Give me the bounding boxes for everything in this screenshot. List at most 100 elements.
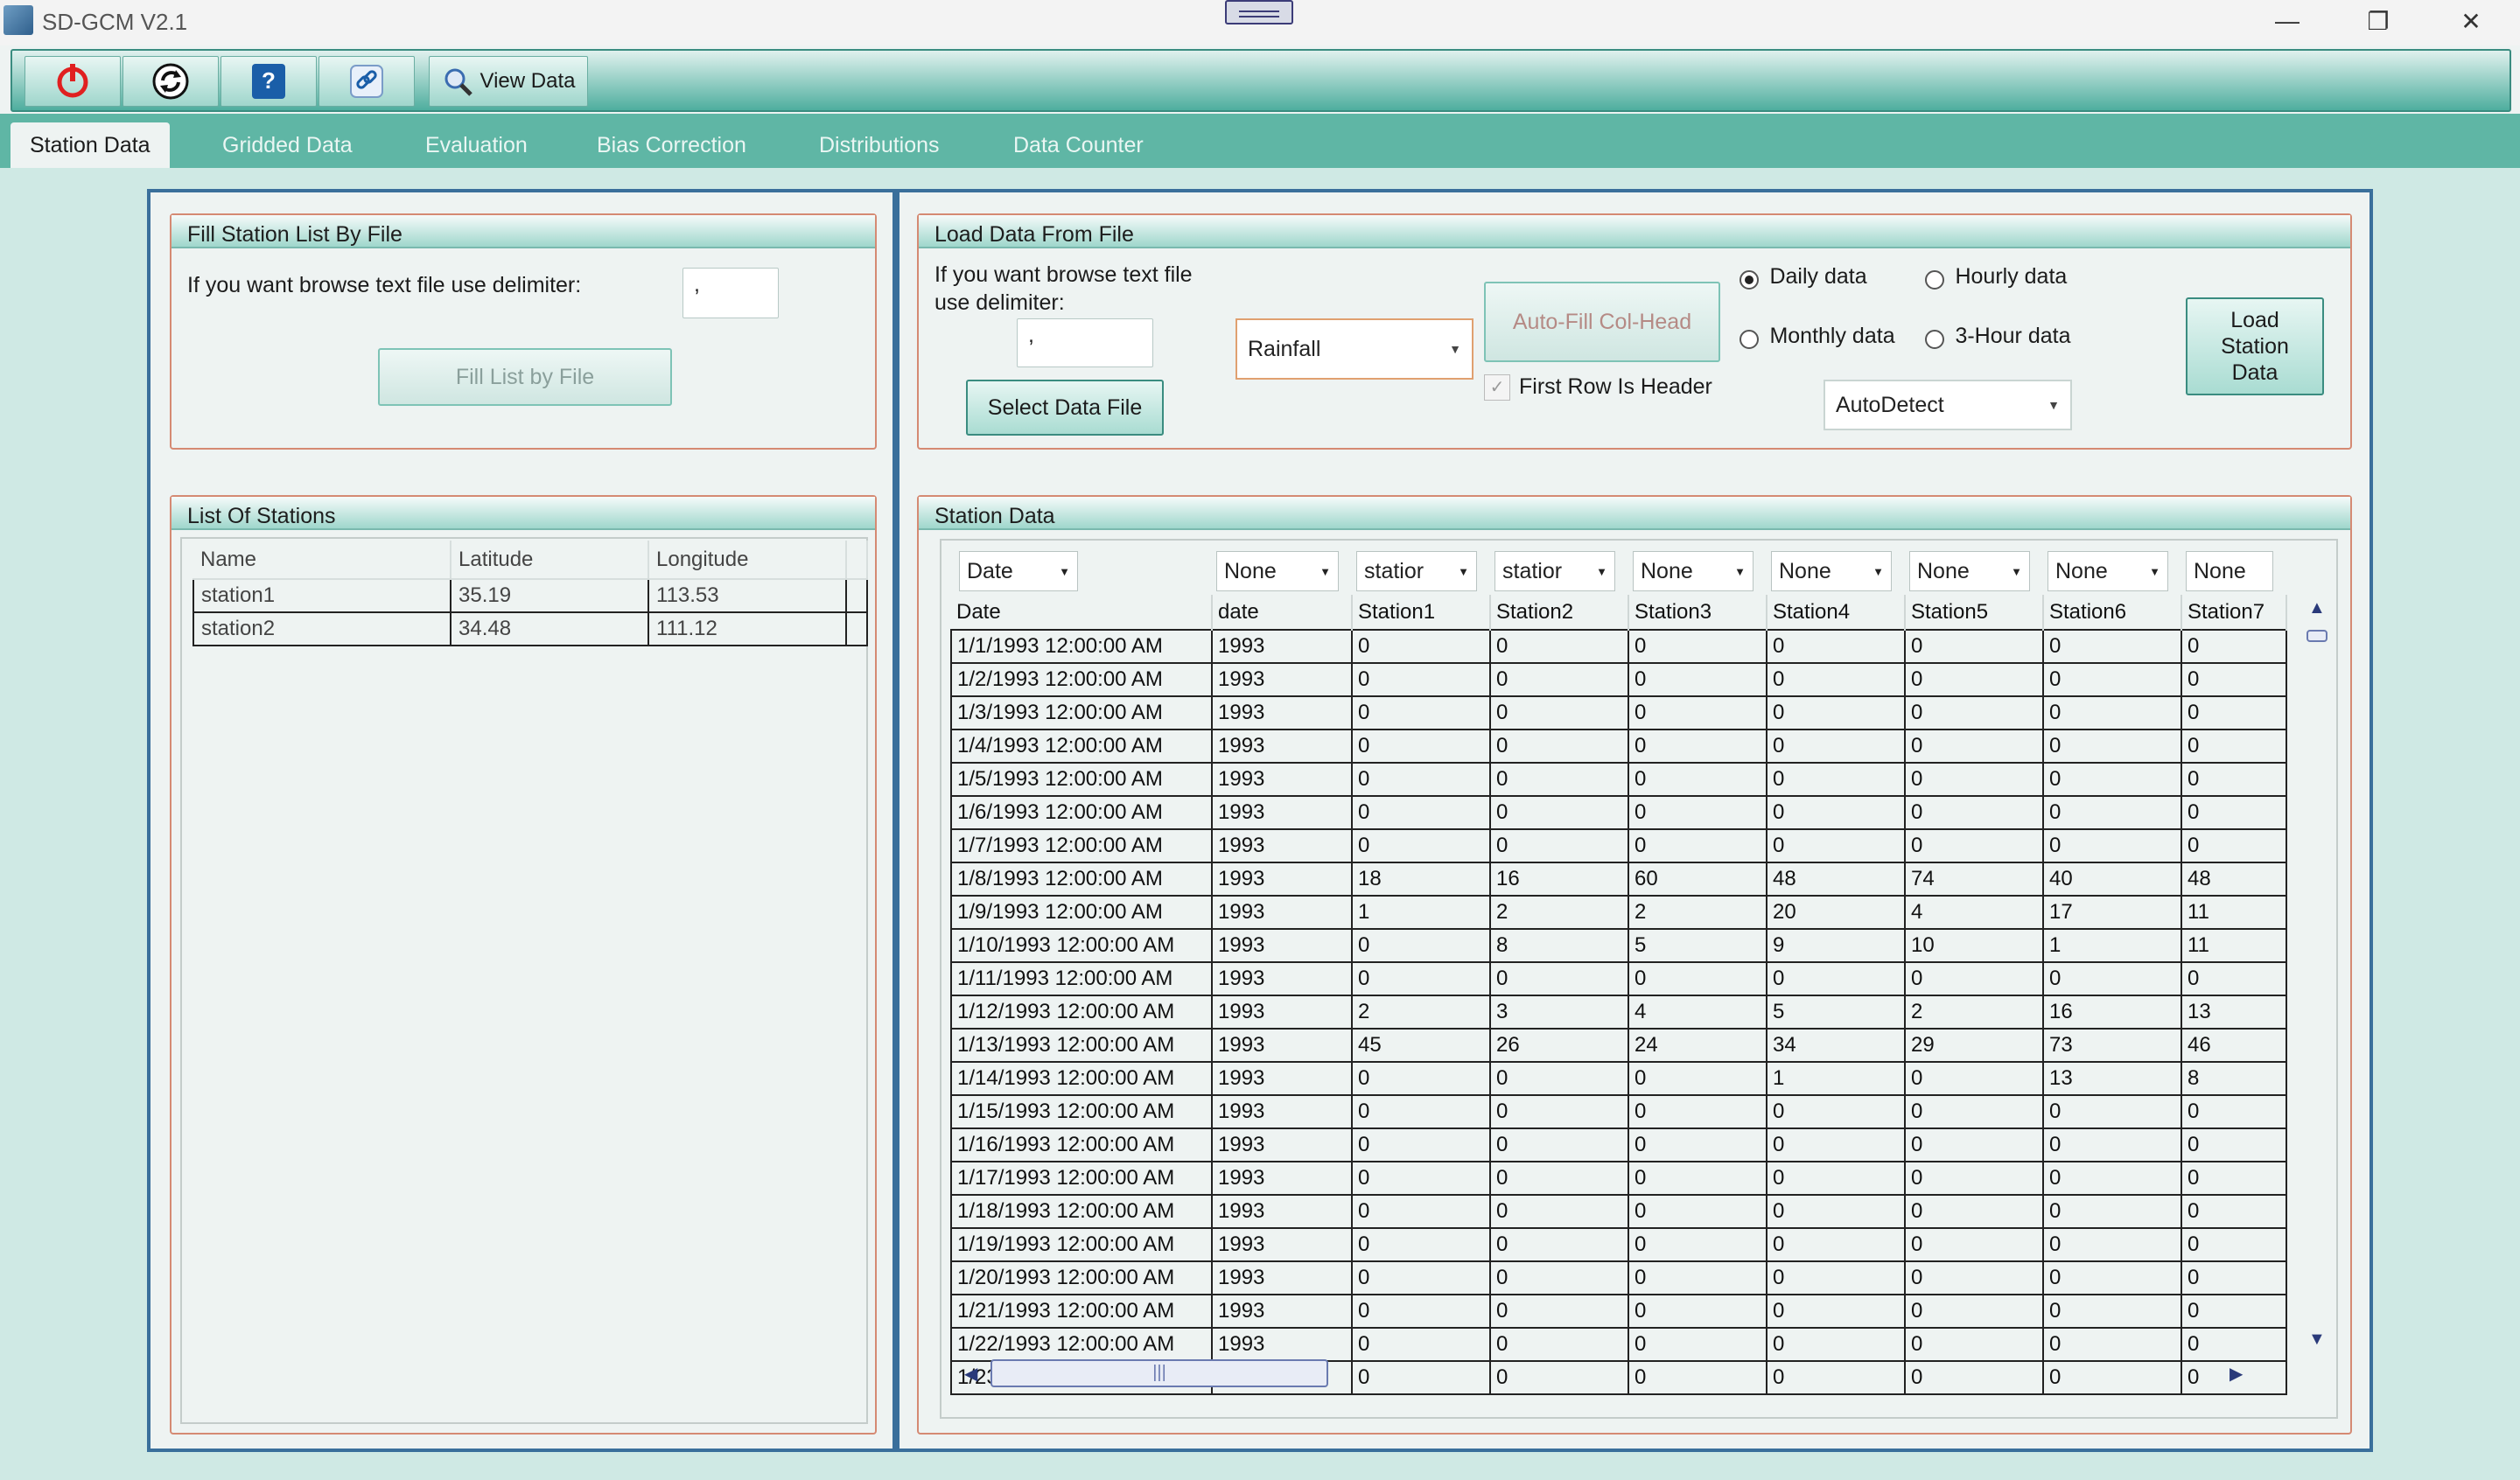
data-cell[interactable]: 0 xyxy=(1489,695,1629,730)
data-cell[interactable]: 0 xyxy=(1904,1127,2044,1162)
table-row[interactable]: station1 35.19 113.53 xyxy=(192,578,868,613)
column-type-select[interactable]: None ▼ xyxy=(1633,551,1754,591)
data-cell[interactable]: 0 xyxy=(1489,1061,1629,1096)
table-row[interactable]: 1/9/1993 12:00:00 AM 1993 1 2 2 20 4 17 11 xyxy=(950,895,2287,930)
data-cell[interactable]: 0 xyxy=(1904,629,2044,664)
data-cell[interactable]: 1/21/1993 12:00:00 AM xyxy=(950,1294,1213,1329)
data-cell[interactable]: 0 xyxy=(1904,1094,2044,1129)
data-cell[interactable]: 0 xyxy=(1489,729,1629,764)
radio-hourly-dot[interactable] xyxy=(1925,269,1944,290)
data-cell[interactable]: 0 xyxy=(1766,1161,1906,1196)
column-type-select[interactable]: statior ▼ xyxy=(1356,551,1477,591)
data-cell[interactable]: 0 xyxy=(1904,1260,2044,1295)
data-cell[interactable]: 0 xyxy=(1351,1094,1491,1129)
table-row[interactable]: 1/19/1993 12:00:00 AM 1993 0 0 0 0 0 0 0 xyxy=(950,1227,2287,1262)
table-row[interactable]: 1/2/1993 12:00:00 AM 1993 0 0 0 0 0 0 0 xyxy=(950,662,2287,697)
data-cell[interactable]: 0 xyxy=(1628,662,1768,697)
data-cell[interactable]: 1 xyxy=(1351,895,1491,930)
data-cell[interactable]: 0 xyxy=(2180,629,2287,664)
vertical-scrollbar[interactable]: ▲ ▼ xyxy=(2303,593,2331,1354)
column-header[interactable]: date xyxy=(1212,595,1353,630)
data-cell[interactable]: 0 xyxy=(1489,629,1629,664)
data-cell[interactable]: 8 xyxy=(2180,1061,2287,1096)
column-type-select[interactable]: statior ▼ xyxy=(1494,551,1615,591)
data-cell[interactable]: 1993 xyxy=(1211,662,1353,697)
data-cell[interactable]: 0 xyxy=(1351,928,1491,963)
radio-3hour[interactable]: 3-Hour data xyxy=(1925,324,2070,349)
station-latitude[interactable]: 35.19 xyxy=(451,578,649,613)
column-type-select[interactable]: None ▼ xyxy=(1216,551,1339,591)
data-cell[interactable]: 0 xyxy=(1766,762,1906,797)
horizontal-scrollbar[interactable]: ◀ ||| ▶ xyxy=(950,1356,2303,1391)
data-cell[interactable]: 0 xyxy=(1628,629,1768,664)
data-cell[interactable]: 13 xyxy=(2180,995,2287,1030)
data-cell[interactable]: 1993 xyxy=(1211,762,1353,797)
data-cell[interactable]: 1/9/1993 12:00:00 AM xyxy=(950,895,1213,930)
data-cell[interactable]: 0 xyxy=(1766,729,1906,764)
data-cell[interactable]: 1 xyxy=(1766,1061,1906,1096)
data-cell[interactable]: 1993 xyxy=(1211,629,1353,664)
station-name[interactable]: station2 xyxy=(192,611,452,646)
table-row[interactable]: 1/8/1993 12:00:00 AM 1993 18 16 60 48 74 40 48 xyxy=(950,862,2287,897)
tab-data-counter[interactable]: Data Counter xyxy=(994,122,1163,168)
data-cell[interactable]: 0 xyxy=(1489,961,1629,996)
table-row[interactable]: 1/3/1993 12:00:00 AM 1993 0 0 0 0 0 0 0 xyxy=(950,695,2287,730)
station-delimiter-input[interactable]: , xyxy=(682,268,779,318)
data-cell[interactable]: 0 xyxy=(1489,1127,1629,1162)
data-cell[interactable]: 1993 xyxy=(1211,729,1353,764)
column-header[interactable]: Station6 xyxy=(2043,595,2182,630)
load-station-data-button[interactable]: Load Station Data xyxy=(2186,297,2324,395)
data-cell[interactable]: 4 xyxy=(1628,995,1768,1030)
data-cell[interactable]: 0 xyxy=(1904,1061,2044,1096)
data-cell[interactable]: 0 xyxy=(2180,1127,2287,1162)
data-cell[interactable]: 1993 xyxy=(1211,1028,1353,1063)
data-cell[interactable]: 1/18/1993 12:00:00 AM xyxy=(950,1194,1213,1229)
table-row[interactable]: 1/20/1993 12:00:00 AM 1993 0 0 0 0 0 0 0 xyxy=(950,1260,2287,1295)
data-cell[interactable]: 0 xyxy=(1489,828,1629,863)
data-cell[interactable]: 1/1/1993 12:00:00 AM xyxy=(950,629,1213,664)
data-cell[interactable]: 0 xyxy=(1628,795,1768,830)
table-row[interactable]: 1/11/1993 12:00:00 AM 1993 0 0 0 0 0 0 0 xyxy=(950,961,2287,996)
data-cell[interactable]: 1993 xyxy=(1211,995,1353,1030)
data-cell[interactable]: 1/4/1993 12:00:00 AM xyxy=(950,729,1213,764)
data-cell[interactable]: 0 xyxy=(2180,695,2287,730)
data-cell[interactable]: 0 xyxy=(1351,1127,1491,1162)
data-cell[interactable]: 1993 xyxy=(1211,862,1353,897)
data-cell[interactable]: 1/10/1993 12:00:00 AM xyxy=(950,928,1213,963)
data-cell[interactable]: 1993 xyxy=(1211,828,1353,863)
data-cell[interactable]: 1/19/1993 12:00:00 AM xyxy=(950,1227,1213,1262)
data-cell[interactable]: 0 xyxy=(1628,961,1768,996)
view-data-button[interactable]: View Data xyxy=(429,56,588,107)
data-cell[interactable]: 0 xyxy=(1766,1227,1906,1262)
data-cell[interactable]: 1993 xyxy=(1211,1127,1353,1162)
data-cell[interactable]: 2 xyxy=(1351,995,1491,1030)
data-cell[interactable]: 4 xyxy=(1904,895,2044,930)
table-row[interactable]: 1/12/1993 12:00:00 AM 1993 2 3 4 5 2 16 13 xyxy=(950,995,2287,1030)
data-cell[interactable]: 13 xyxy=(2042,1061,2182,1096)
data-cell[interactable]: 1993 xyxy=(1211,1094,1353,1129)
data-cell[interactable]: 0 xyxy=(1489,1260,1629,1295)
station-latitude[interactable]: 34.48 xyxy=(451,611,649,646)
data-cell[interactable]: 0 xyxy=(1766,1260,1906,1295)
radio-daily-dot[interactable] xyxy=(1740,269,1759,290)
data-cell[interactable]: 0 xyxy=(1489,1194,1629,1229)
data-cell[interactable]: 0 xyxy=(2042,1194,2182,1229)
vertical-scroll-thumb[interactable] xyxy=(2306,630,2328,642)
data-cell[interactable]: 40 xyxy=(2042,862,2182,897)
data-cell[interactable]: 1/5/1993 12:00:00 AM xyxy=(950,762,1213,797)
data-cell[interactable]: 1993 xyxy=(1211,961,1353,996)
table-row[interactable]: 1/17/1993 12:00:00 AM 1993 0 0 0 0 0 0 0 xyxy=(950,1161,2287,1196)
data-cell[interactable]: 1993 xyxy=(1211,695,1353,730)
data-cell[interactable]: 2 xyxy=(1628,895,1768,930)
data-cell[interactable]: 0 xyxy=(1628,1161,1768,1196)
data-cell[interactable]: 46 xyxy=(2180,1028,2287,1063)
data-cell[interactable]: 1993 xyxy=(1211,928,1353,963)
data-cell[interactable]: 5 xyxy=(1628,928,1768,963)
minimize-button[interactable]: — xyxy=(2242,0,2333,42)
data-cell[interactable]: 26 xyxy=(1489,1028,1629,1063)
data-cell[interactable]: 1993 xyxy=(1211,1260,1353,1295)
tab-bias-correction[interactable]: Bias Correction xyxy=(578,122,766,168)
table-row[interactable]: 1/13/1993 12:00:00 AM 1993 45 26 24 34 29 73 46 xyxy=(950,1028,2287,1063)
table-row[interactable]: 1/21/1993 12:00:00 AM 1993 0 0 0 0 0 0 0 xyxy=(950,1294,2287,1329)
data-cell[interactable]: 0 xyxy=(1351,629,1491,664)
